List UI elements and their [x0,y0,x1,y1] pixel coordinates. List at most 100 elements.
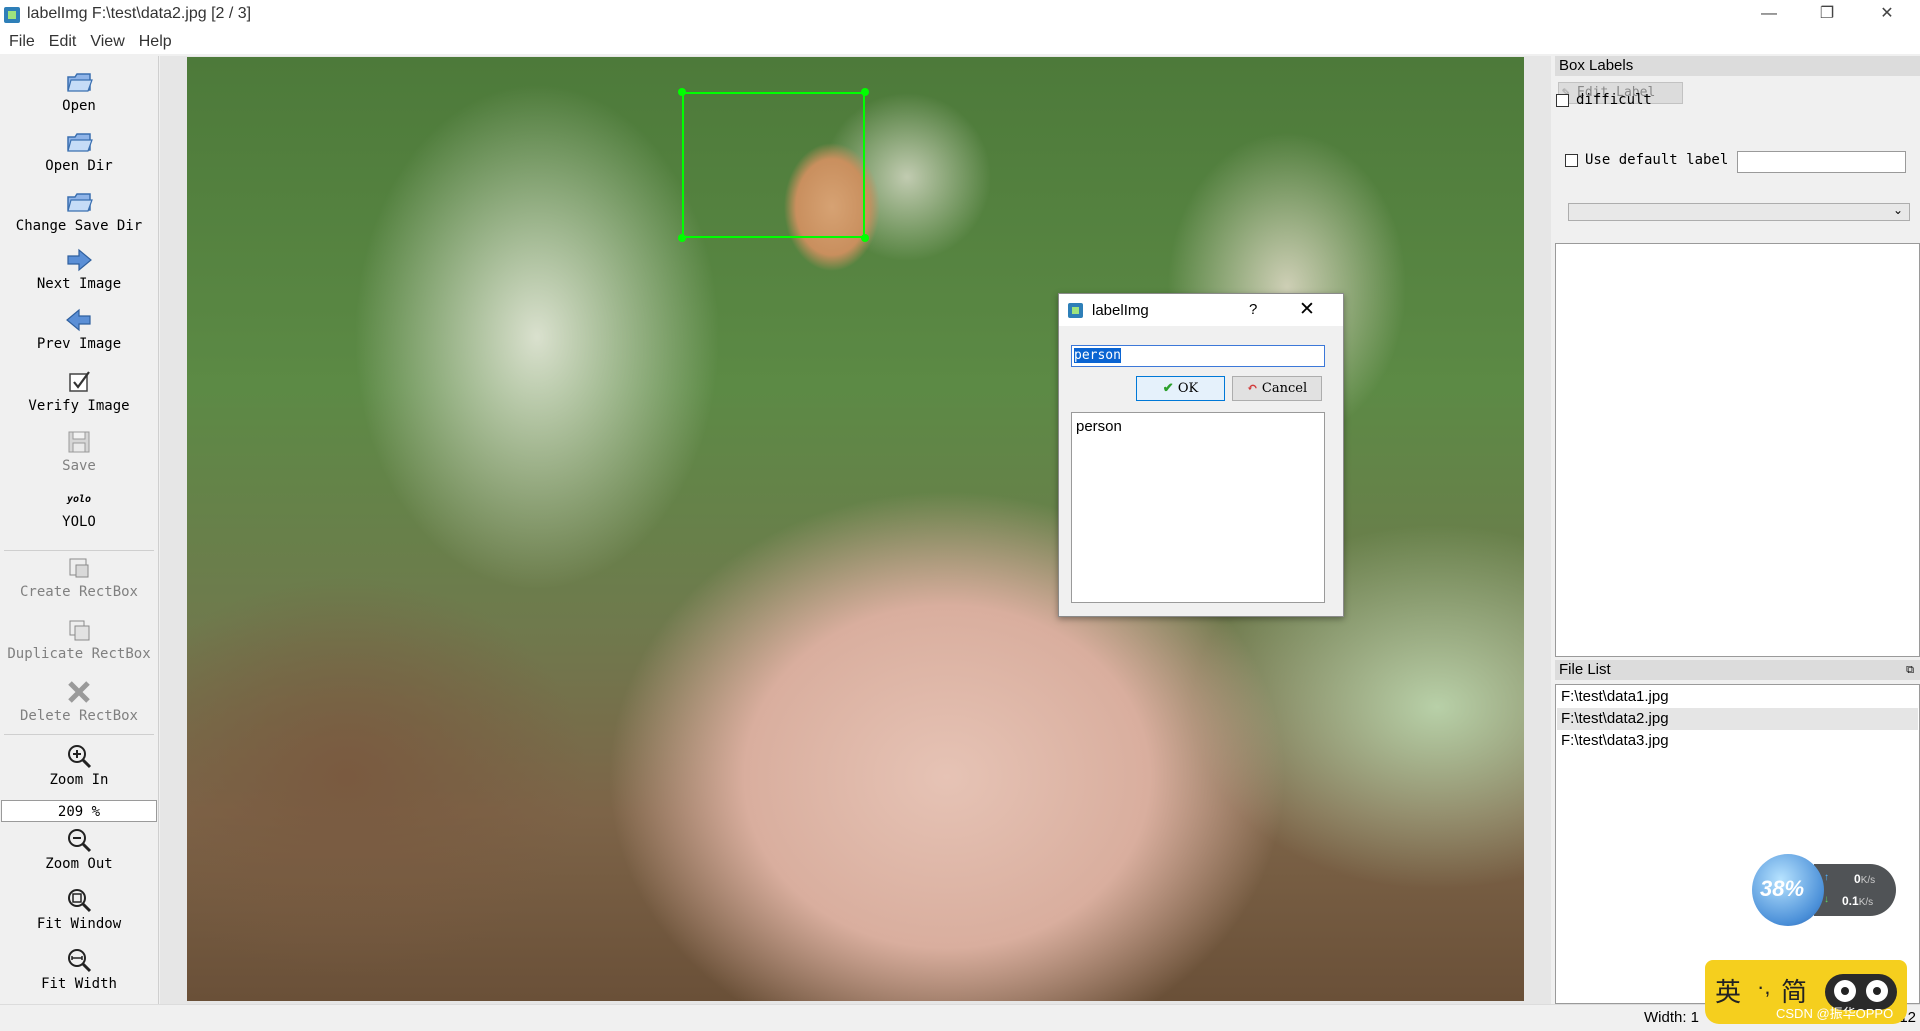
restore-button[interactable]: ❐ [1798,0,1856,30]
minimize-button[interactable]: — [1740,0,1798,30]
change-save-dir-label: Change Save Dir [15,218,143,234]
fit-window-icon [68,889,92,913]
upload-arrow-icon: ↑ [1824,872,1829,883]
menu-help[interactable]: Help [132,30,179,54]
bounding-box[interactable] [682,92,865,238]
window-title: labelImg F:\test\data2.jpg [2 / 3] [27,5,252,22]
open-label: Open [62,98,96,114]
undo-arrow-icon: ↶ [1246,381,1258,396]
upload-speed: ↑ 0K/s [1824,872,1876,886]
arrow-right-icon [67,248,92,272]
use-default-label-checkbox[interactable] [1565,154,1578,167]
delete-rectbox-label: Delete RectBox [19,708,138,724]
label-history-list[interactable]: person [1071,412,1325,603]
verify-image-label: Verify Image [28,398,130,414]
ime-punctuation-toggle[interactable]: ·, [1757,974,1770,1000]
download-unit: K/s [1858,897,1874,908]
zoom-out-button[interactable]: Zoom Out [0,826,158,872]
fit-window-label: Fit Window [36,916,122,932]
prev-image-button[interactable]: Prev Image [0,306,158,352]
download-arrow-icon: ↓ [1824,894,1829,905]
cancel-button[interactable]: ↶ Cancel [1232,376,1322,401]
zoom-in-button[interactable]: Zoom In [0,742,158,788]
next-image-label: Next Image [36,276,122,292]
yolo-format-button[interactable]: yolo YOLO [0,494,158,530]
file-list-title: File List [1559,661,1611,678]
label-input[interactable]: person [1071,345,1325,367]
bbox-handle-bottom-left[interactable] [678,234,686,242]
save-label: Save [62,458,96,474]
checkmark-icon: ✔ [1162,381,1174,396]
zoom-value-input[interactable]: 209 % [1,800,157,822]
network-speed-panel: ↑ 0K/s ↓ 0.1K/s [1814,864,1896,916]
dialog-title-bar: labelImg ? ✕ [1059,294,1343,326]
ok-button[interactable]: ✔ OK [1136,376,1225,401]
ok-label: OK [1177,381,1199,396]
cancel-label: Cancel [1261,381,1308,396]
prev-image-label: Prev Image [36,336,122,352]
file-list-item[interactable]: F:\test\data1.jpg [1557,686,1918,708]
box-labels-header: Box Labels [1555,56,1920,76]
toolbar-separator [4,550,154,551]
status-text: Width: 1 [1644,1009,1700,1026]
verify-image-button[interactable]: Verify Image [0,368,158,414]
upload-unit: K/s [1860,875,1876,886]
file-list-item-selected[interactable]: F:\test\data2.jpg [1557,708,1918,730]
yolo-label: YOLO [62,514,96,530]
dialog-close-button[interactable]: ✕ [1299,298,1315,321]
download-value: 0.1 [1842,894,1859,908]
close-button[interactable]: ✕ [1858,0,1916,30]
upload-value: 0 [1854,872,1861,886]
zoom-in-icon [68,745,92,769]
dialog-title: labelImg [1092,302,1149,319]
menu-file[interactable]: File [2,30,42,54]
create-rectbox-button[interactable]: Create RectBox [0,554,158,600]
menu-edit[interactable]: Edit [42,30,84,54]
app-icon [1068,303,1083,318]
delete-rectbox-button[interactable]: Delete RectBox [0,678,158,724]
box-label-list[interactable] [1555,243,1920,657]
app-icon [4,7,20,23]
floppy-disk-icon [68,431,90,453]
file-list-header: File List ⧉ [1555,660,1920,680]
label-combo-box[interactable]: ⌄ [1568,203,1910,221]
use-default-label-text: Use default label [1585,152,1729,168]
toolbar: Open Open Dir Change Save Dir Next Image… [0,56,159,1004]
fit-window-button[interactable]: Fit Window [0,886,158,932]
title-bar: labelImg F:\test\data2.jpg [2 / 3] — ❐ ✕ [0,0,1920,30]
open-button[interactable]: Open [0,68,158,114]
duplicate-rectbox-label: Duplicate RectBox [7,646,151,662]
bbox-handle-top-left[interactable] [678,88,686,96]
watermark: CSDN @振华OPPO [1776,1006,1894,1021]
download-speed: ↓ 0.1K/s [1824,894,1874,908]
open-dir-button[interactable]: Open Dir [0,128,158,174]
file-list-item[interactable]: F:\test\data3.jpg [1557,730,1918,752]
menu-view[interactable]: View [83,30,131,54]
memory-percent: 38% [1760,876,1805,901]
difficult-label: difficult [1576,92,1652,108]
fit-width-button[interactable]: Fit Width [0,946,158,992]
memory-usage-ball: 38% [1752,854,1824,926]
fit-width-icon [68,949,92,973]
difficult-checkbox[interactable] [1556,94,1569,107]
ime-language-toggle[interactable]: 英 [1715,972,1741,1009]
save-button[interactable]: Save [0,428,158,474]
file-list[interactable]: F:\test\data1.jpg F:\test\data2.jpg F:\t… [1555,684,1920,1004]
bbox-handle-top-right[interactable] [861,88,869,96]
default-label-input[interactable] [1737,151,1906,173]
list-item[interactable]: person [1076,418,1320,435]
checkbox-verify-icon [69,371,90,392]
float-dock-icon[interactable]: ⧉ [1906,660,1914,680]
toolbar-separator [4,734,154,735]
fit-width-label: Fit Width [41,976,117,992]
next-image-button[interactable]: Next Image [0,246,158,292]
mascot-eye-icon [1866,980,1888,1002]
folder-open-icon [67,133,93,152]
duplicate-rectbox-button[interactable]: Duplicate RectBox [0,616,158,662]
change-save-dir-button[interactable]: Change Save Dir [0,188,158,234]
dialog-help-button[interactable]: ? [1249,301,1257,318]
create-rectbox-icon [69,558,89,578]
network-speed-widget[interactable]: ↑ 0K/s ↓ 0.1K/s 38% [1752,854,1902,926]
bbox-handle-bottom-right[interactable] [861,234,869,242]
mascot-eye-icon [1834,980,1856,1002]
